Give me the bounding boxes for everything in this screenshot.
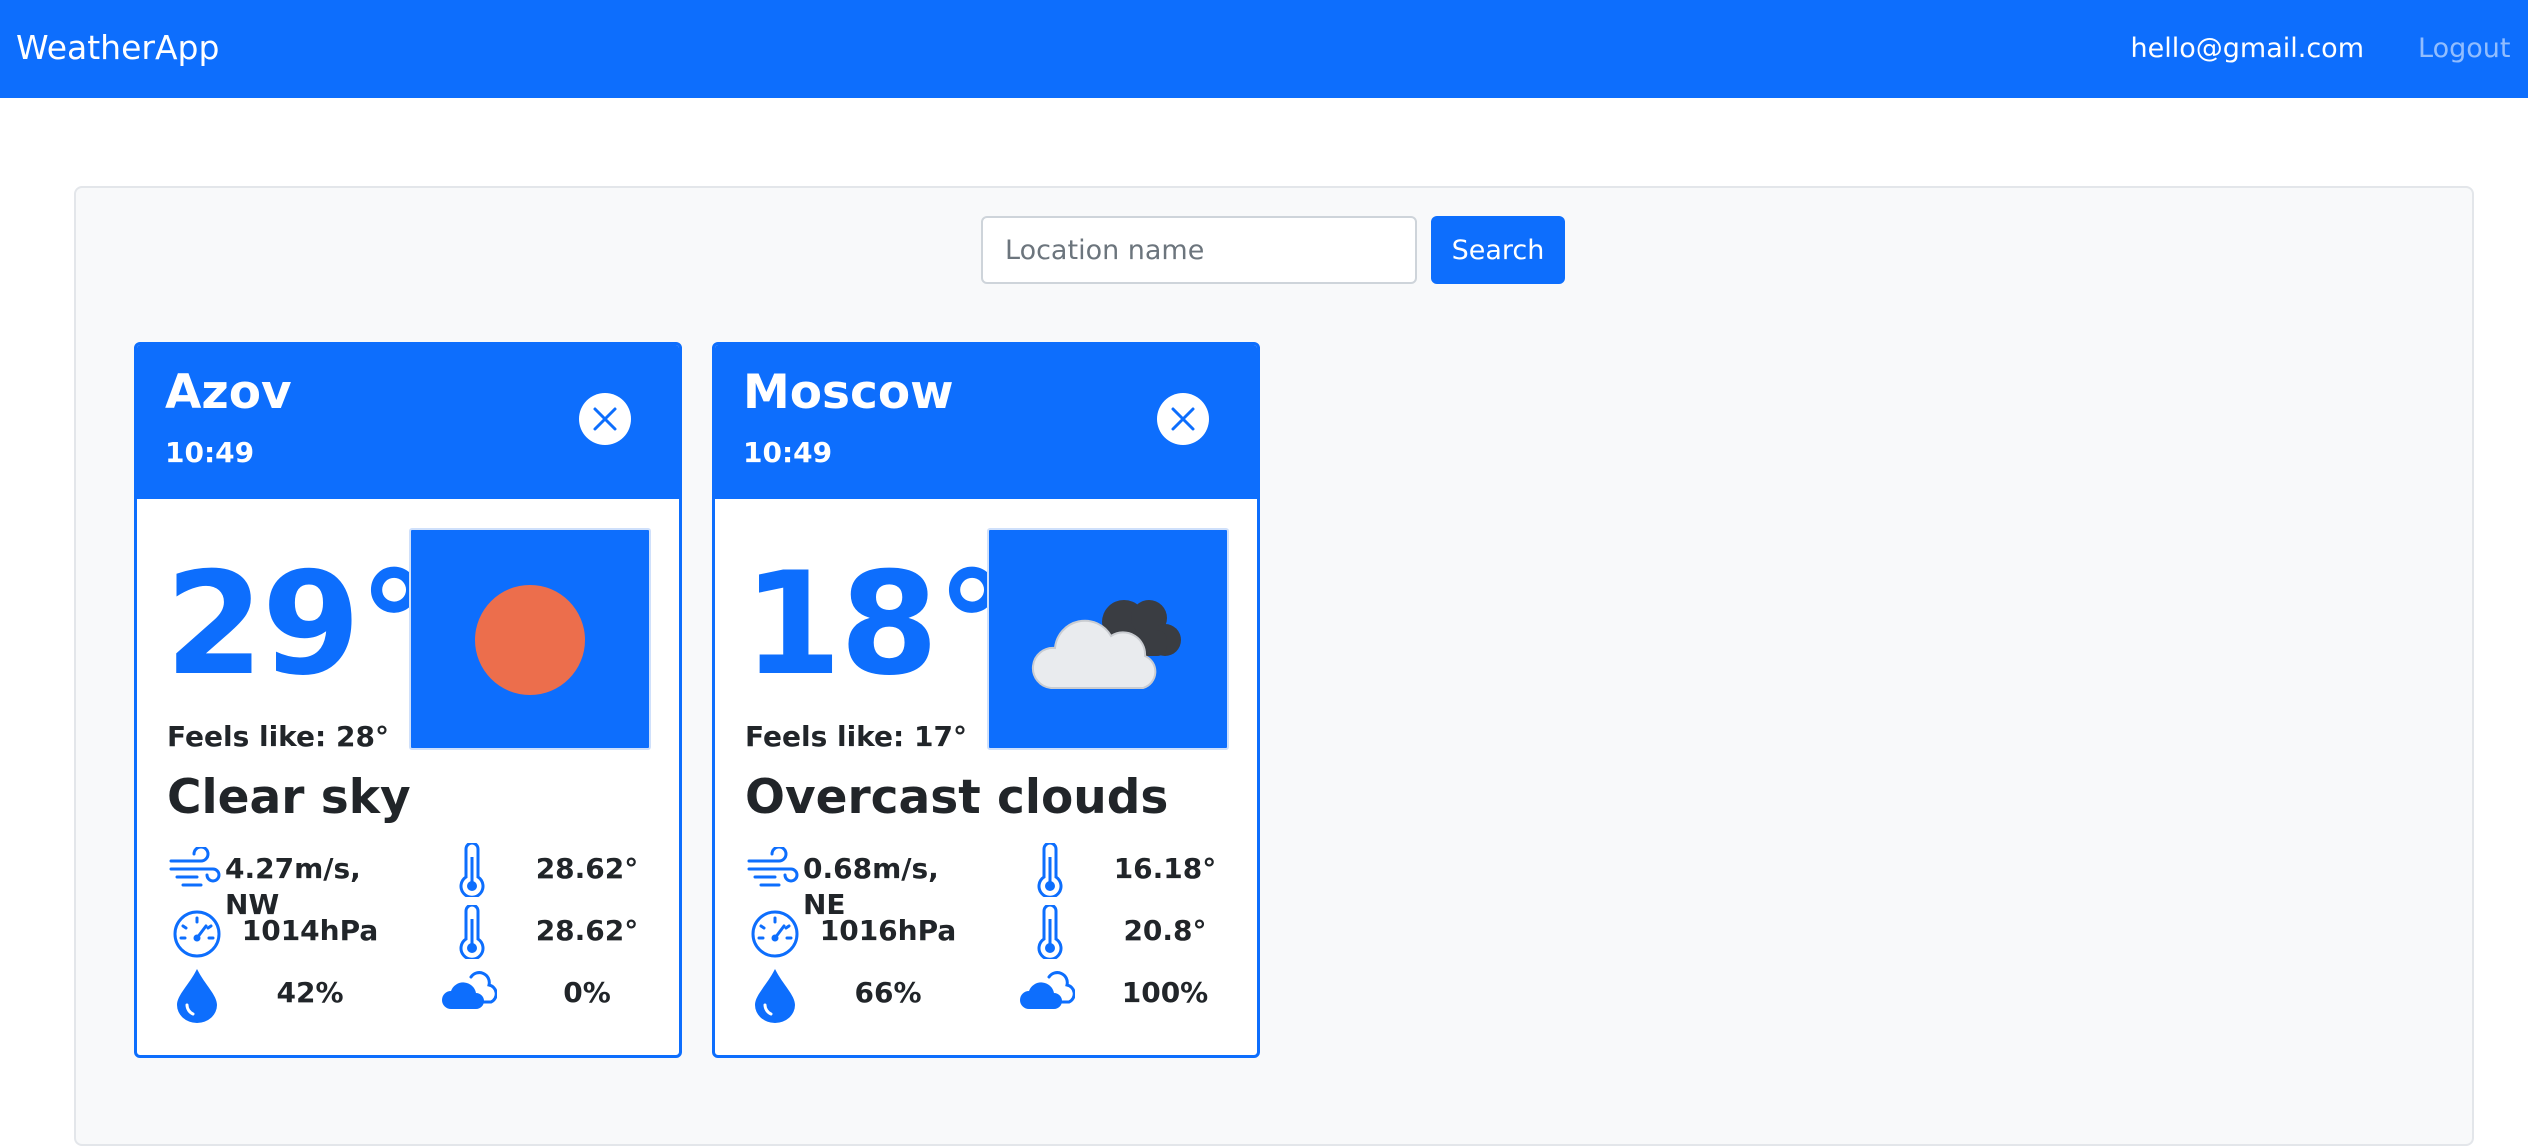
card-header: Moscow 10:49 [715, 345, 1257, 499]
pressure-gauge-icon [173, 910, 221, 958]
city-name: Azov [165, 365, 292, 420]
wind-icon [747, 847, 799, 887]
clouds-value: 100% [1121, 976, 1209, 1009]
humidity-value: 66% [854, 976, 922, 1009]
close-icon [593, 407, 617, 431]
top-navbar: WeatherApp hello@gmail.com Logout [0, 0, 2528, 98]
temp-value: 16.18° [1113, 852, 1217, 885]
card-header: Azov 10:49 [137, 345, 679, 499]
temperature: 29° [165, 542, 430, 707]
close-icon [1171, 407, 1195, 431]
weather-description: Clear sky [167, 770, 411, 825]
feels-like: Feels like: 17° [745, 720, 967, 753]
user-email: hello@gmail.com [2130, 33, 2364, 64]
location-search-input[interactable] [981, 216, 1417, 284]
search-button[interactable]: Search [1431, 216, 1565, 284]
temp-value: 28.62° [535, 914, 639, 947]
overcast-clouds-icon [1031, 600, 1181, 689]
humidity-drop-icon [177, 969, 217, 1023]
cloud-icon [442, 971, 497, 1009]
weather-card-azov: Azov 10:49 29° Feels like: 28° Clear sky… [134, 342, 682, 1058]
local-time: 10:49 [165, 436, 255, 469]
temp-value: 20.8° [1123, 914, 1207, 947]
temperature: 18° [743, 542, 1008, 707]
app-brand[interactable]: WeatherApp [16, 26, 219, 70]
weather-image [409, 528, 651, 750]
thermometer-icon [459, 843, 485, 897]
thermometer-icon [1037, 905, 1063, 959]
pressure-value: 1014hPa [241, 914, 379, 947]
wind-icon [169, 847, 221, 887]
remove-card-button[interactable] [579, 393, 631, 445]
cloud-icon [1020, 971, 1075, 1009]
temp-value: 28.62° [535, 852, 639, 885]
clear-sky-icon [475, 585, 585, 695]
weather-description: Overcast clouds [745, 770, 1169, 825]
local-time: 10:49 [743, 436, 833, 469]
pressure-value: 1016hPa [819, 914, 957, 947]
remove-card-button[interactable] [1157, 393, 1209, 445]
pressure-gauge-icon [751, 910, 799, 958]
thermometer-icon [459, 905, 485, 959]
weather-card-moscow: Moscow 10:49 18° Feels like: 17° Overcas… [712, 342, 1260, 1058]
humidity-drop-icon [755, 969, 795, 1023]
feels-like: Feels like: 28° [167, 720, 389, 753]
thermometer-icon [1037, 843, 1063, 897]
humidity-value: 42% [276, 976, 344, 1009]
clouds-value: 0% [563, 976, 611, 1009]
weather-image [987, 528, 1229, 750]
city-name: Moscow [743, 365, 954, 420]
logout-link[interactable]: Logout [2418, 31, 2528, 67]
